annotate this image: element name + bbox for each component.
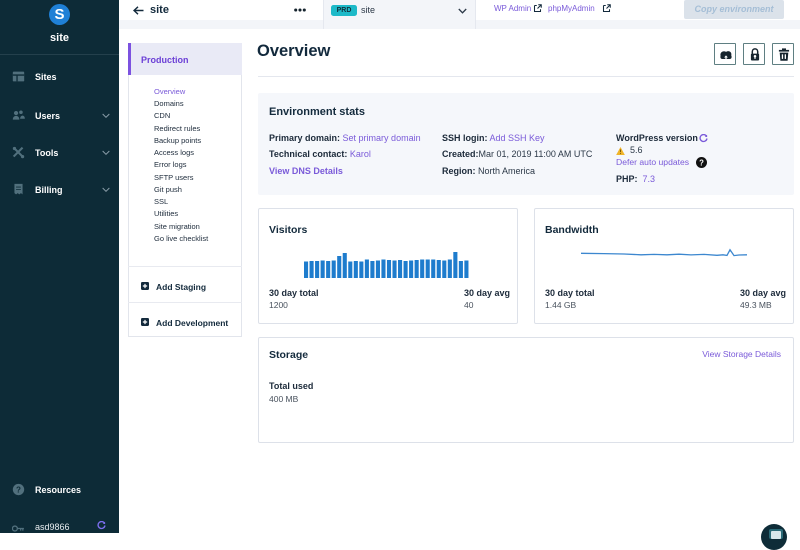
svg-text:?: ? bbox=[699, 158, 704, 167]
svg-text:?: ? bbox=[16, 485, 21, 494]
